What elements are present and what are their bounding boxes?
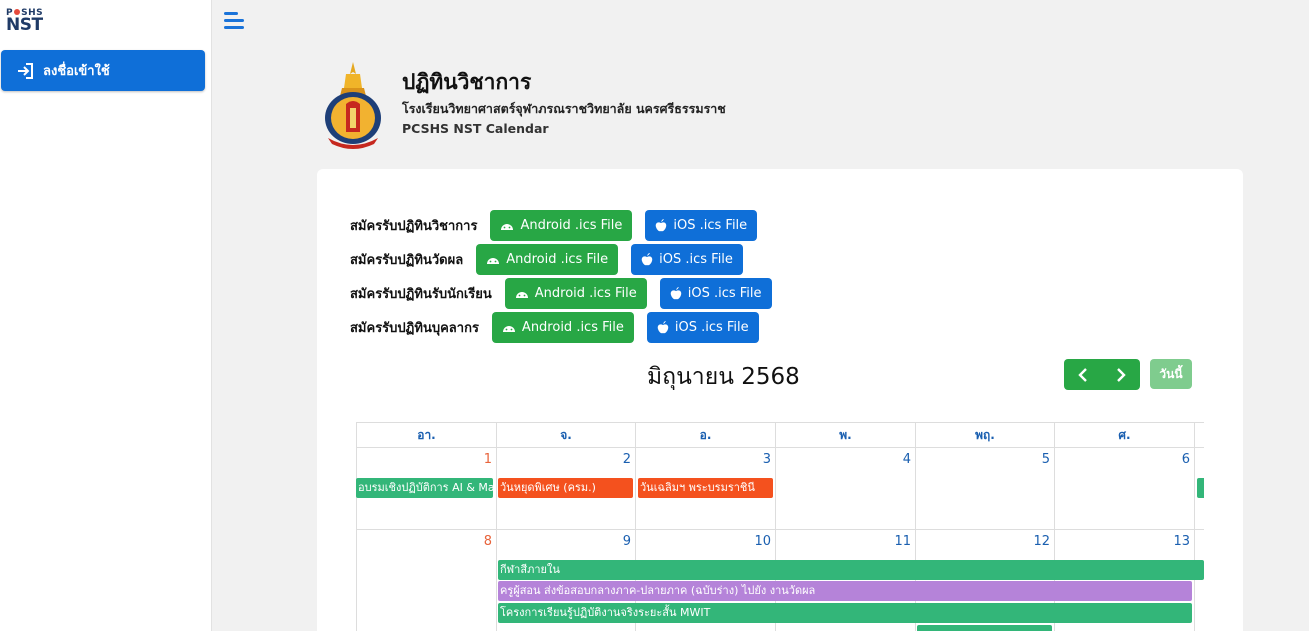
android-ics-label: Android .ics File <box>520 218 623 233</box>
apple-icon <box>656 219 667 232</box>
day-number: 4 <box>902 452 911 467</box>
today-button[interactable]: วันนี้ <box>1150 359 1192 389</box>
android-icon <box>501 223 514 230</box>
brand-bottom: NST <box>6 15 43 35</box>
brand-logo[interactable]: P SHS NST <box>6 8 46 36</box>
day-number: 13 <box>1173 534 1190 549</box>
day-number: 12 <box>1033 534 1050 549</box>
event-sports-day[interactable]: กีฬาสีภายใน <box>498 560 1204 580</box>
ios-ics-label: iOS .ics File <box>659 252 733 267</box>
ios-ics-label: iOS .ics File <box>673 218 748 233</box>
android-ics-button[interactable]: Android .ics File <box>476 244 619 275</box>
day-number: 9 <box>622 534 631 549</box>
apple-icon <box>641 253 653 266</box>
weekday-sat <box>1194 422 1204 448</box>
event-ai-workshop[interactable]: อบรมเชิงปฏิบัติการ AI & Machine <box>356 478 493 498</box>
android-ics-button[interactable]: Android .ics File <box>504 278 647 309</box>
android-ics-button[interactable]: Android .ics File <box>491 312 634 343</box>
login-button[interactable]: ลงชื่อเข้าใช้ <box>1 50 205 91</box>
day-number: 6 <box>1181 452 1190 467</box>
day-cell[interactable] <box>1194 530 1204 631</box>
apple-icon <box>670 287 681 300</box>
event-continued[interactable] <box>1197 478 1204 498</box>
school-name: โรงเรียนวิทยาศาสตร์จุฬาภรณราชวิทยาลัย นค… <box>402 101 726 116</box>
calendar-card: สมัครรับปฏิทินวิชาการ Android .ics File … <box>317 169 1243 631</box>
subscription-label: สมัครรับปฏิทินบุคลากร <box>350 321 479 336</box>
subscription-label: สมัครรับปฏิทินรับนักเรียน <box>350 287 492 302</box>
event-mwit-program[interactable]: โครงการเรียนรู้ปฏิบัติงานจริงระยะสั้น MW… <box>498 603 1192 623</box>
android-ics-label: Android .ics File <box>521 320 624 335</box>
sign-in-icon <box>18 62 33 79</box>
sidebar: P SHS NST ลงชื่อเข้าใช้ <box>0 0 212 631</box>
menu-toggle-icon[interactable] <box>224 11 246 31</box>
subscription-label: สมัครรับปฏิทินวิชาการ <box>350 219 478 234</box>
day-cell[interactable]: 8 <box>356 530 496 631</box>
weekday-fri: ศ. <box>1054 422 1194 448</box>
android-icon <box>515 291 528 298</box>
day-number: 10 <box>754 534 771 549</box>
day-number: 2 <box>622 452 631 467</box>
event-queen-birthday[interactable]: วันเฉลิมฯ พระบรมราชินี <box>638 478 773 498</box>
subscription-row-admission: สมัครรับปฏิทินรับนักเรียน Android .ics F… <box>350 278 785 309</box>
subscription-row-academic: สมัครรับปฏิทินวิชาการ Android .ics File … <box>350 210 770 241</box>
weekday-tue: อ. <box>635 422 775 448</box>
chevron-right-icon <box>1117 367 1126 382</box>
android-ics-label: Android .ics File <box>506 252 609 267</box>
ios-ics-button[interactable]: iOS .ics File <box>659 278 772 309</box>
weekday-thu: พฤ. <box>915 422 1054 448</box>
page-title: ปฏิทินวิชาการ <box>402 70 532 94</box>
day-number: 3 <box>762 452 771 467</box>
android-ics-label: Android .ics File <box>534 286 637 301</box>
day-cell[interactable]: 4 <box>775 448 915 530</box>
weekday-wed: พ. <box>775 422 915 448</box>
android-icon <box>487 257 500 264</box>
chevron-left-icon <box>1078 367 1087 382</box>
apple-icon <box>657 321 669 334</box>
android-ics-button[interactable]: Android .ics File <box>490 210 633 241</box>
ios-ics-button[interactable]: iOS .ics File <box>631 244 743 275</box>
event-special-holiday[interactable]: วันหยุดพิเศษ (ครม.) <box>498 478 633 498</box>
ios-ics-label: iOS .ics File <box>687 286 762 301</box>
next-month-button[interactable] <box>1102 359 1140 390</box>
prev-month-button[interactable] <box>1064 359 1102 390</box>
subscription-label: สมัครรับปฏิทินวัดผล <box>350 253 464 268</box>
weekday-mon: จ. <box>496 422 635 448</box>
day-cell[interactable]: 6 <box>1054 448 1194 530</box>
event-exam-submission[interactable]: ครูผู้สอน ส่งข้อสอบกลางภาค-ปลายภาค (ฉบับ… <box>498 581 1192 601</box>
subscription-row-assessment: สมัครรับปฏิทินวัดผล Android .ics File iO… <box>350 244 756 275</box>
school-crest-icon <box>325 62 381 149</box>
android-icon <box>502 325 515 332</box>
day-number: 8 <box>483 534 492 549</box>
day-number: 11 <box>894 534 911 549</box>
month-nav <box>1064 359 1140 390</box>
day-number: 1 <box>483 452 492 467</box>
month-title: มิถุนายน 2568 <box>647 364 800 390</box>
month-grid: อา. จ. อ. พ. พฤ. ศ. 1 2 3 4 5 6 อบรมเชิง… <box>356 422 1204 631</box>
event-partial[interactable] <box>917 625 1052 631</box>
calendar-name: PCSHS NST Calendar <box>402 121 549 136</box>
day-cell[interactable]: 5 <box>915 448 1054 530</box>
login-label: ลงชื่อเข้าใช้ <box>43 64 110 79</box>
ios-ics-label: iOS .ics File <box>674 320 749 335</box>
day-number: 5 <box>1041 452 1050 467</box>
weekday-sun: อา. <box>356 422 496 448</box>
ios-ics-button[interactable]: iOS .ics File <box>645 210 758 241</box>
subscription-row-personnel: สมัครรับปฏิทินบุคลากร Android .ics File … <box>350 312 772 343</box>
ios-ics-button[interactable]: iOS .ics File <box>646 312 759 343</box>
